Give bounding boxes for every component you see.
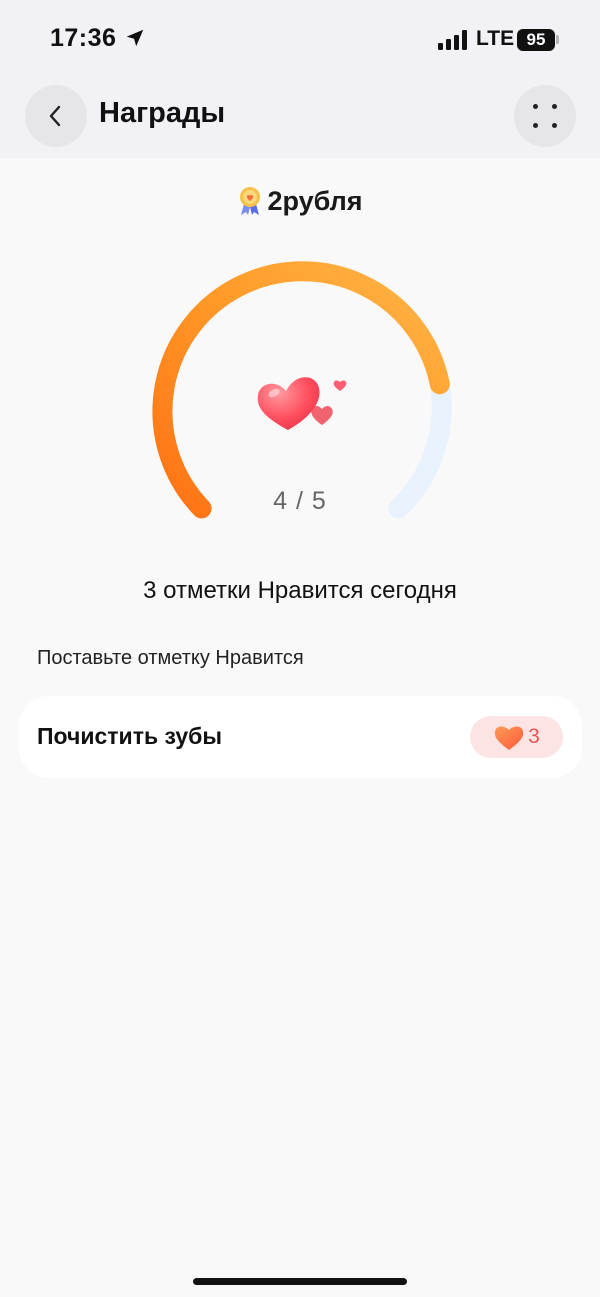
like-count: 3 — [528, 725, 540, 748]
battery-tip — [556, 35, 559, 44]
location-arrow-icon — [126, 29, 144, 47]
reward-row: 2рубля — [0, 183, 600, 219]
task-card[interactable]: Почистить зубы 3 — [19, 696, 582, 778]
heart-icon — [495, 726, 524, 750]
battery-icon: 95 — [517, 29, 555, 51]
back-button[interactable] — [25, 85, 87, 147]
top-header-area: 17:36 LTE 95 Награды — [0, 0, 600, 158]
likes-today-text: 3 отметки Нравится сегодня — [143, 577, 457, 604]
like-button[interactable]: 3 — [470, 716, 563, 758]
status-bar: 17:36 LTE 95 — [0, 0, 600, 80]
chevron-left-icon — [49, 105, 61, 127]
reward-label: 2рубля — [267, 185, 363, 216]
medal-icon — [240, 187, 261, 215]
section-label: Поставьте отметку Нравится — [37, 647, 304, 669]
hearts-icon — [257, 377, 347, 430]
network-type: LTE — [476, 27, 515, 50]
status-time: 17:36 — [50, 24, 117, 52]
signal-bars-icon — [438, 30, 467, 50]
home-indicator[interactable] — [193, 1278, 407, 1285]
menu-button[interactable] — [514, 85, 576, 147]
page-title: Награды — [99, 97, 226, 129]
progress-text: 4 / 5 — [273, 487, 327, 515]
task-title: Почистить зубы — [37, 723, 222, 749]
